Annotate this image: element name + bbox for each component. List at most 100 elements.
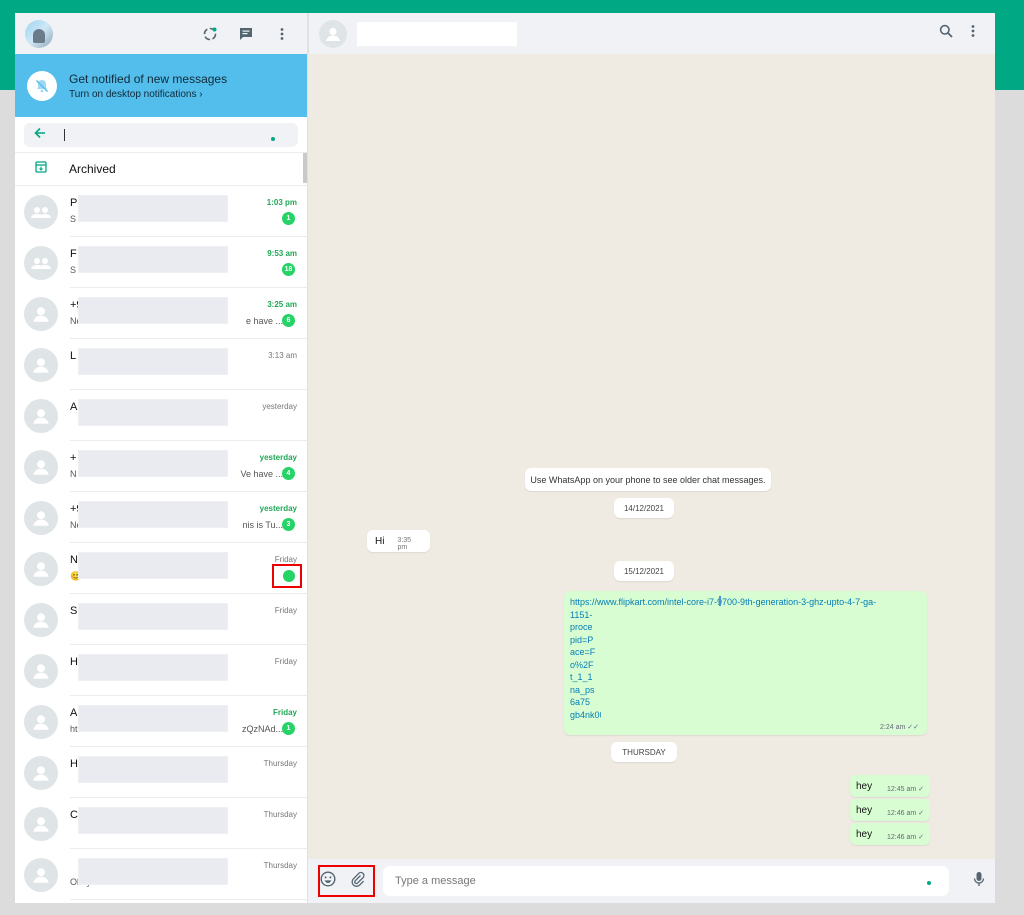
redacted-block [78, 603, 228, 630]
outgoing-link-message: https://www.flipkart.com/intel-core-i7-9… [564, 591, 927, 735]
chat-row-body: L 3:13 am [70, 339, 307, 390]
outgoing-message: hey 12:46 am ✓ [850, 823, 930, 845]
chat-preview-tail: nis is Tu... [242, 520, 283, 530]
archived-label: Archived [69, 162, 116, 176]
microphone-icon[interactable] [973, 871, 985, 892]
conversation-panel: Use WhatsApp on your phone to see older … [308, 13, 995, 903]
chat-row[interactable]: Ayesterday [15, 390, 307, 441]
message-area: Use WhatsApp on your phone to see older … [308, 54, 995, 859]
chat-row[interactable]: +9 Ne e have ... 3:25 am 6 [15, 288, 307, 339]
chat-row-body: F S 9:53 am 18 [70, 237, 307, 288]
chat-name: F [70, 248, 77, 260]
date-divider-3: THURSDAY [611, 742, 677, 762]
chat-row[interactable]: F S 9:53 am 18 [15, 237, 307, 288]
chat-preview: N [70, 469, 77, 479]
chat-time: Friday [274, 606, 297, 615]
redacted-block [78, 195, 228, 222]
chat-time: yesterday [259, 453, 297, 462]
person-avatar-icon [24, 653, 58, 688]
composer [308, 859, 995, 903]
chat-time: Thursday [263, 759, 297, 768]
incoming-message: Hi 3:35 pm [367, 530, 430, 552]
unread-badge: 1 [282, 212, 295, 225]
person-avatar-icon [24, 806, 58, 841]
chat-row[interactable]: H Thursday [15, 747, 307, 798]
chat-preview: S [70, 214, 77, 224]
chat-preview-tail: zQzNAd... [241, 724, 283, 734]
chat-row[interactable]: Aht zQzNAd... Friday 1 [15, 696, 307, 747]
chat-row[interactable]: +9 Ne nis is Tu... yesterday 3 [15, 492, 307, 543]
chat-row-body: + N Ve have ... yesterday 4 [70, 441, 307, 492]
chat-row[interactable]: PS21:03 pm1 [15, 186, 307, 237]
search-icon[interactable] [939, 24, 953, 43]
bell-off-icon [27, 70, 57, 101]
redacted-block [78, 297, 228, 324]
contact-avatar[interactable] [319, 19, 347, 48]
text-cursor [719, 596, 721, 606]
incoming-message-time: 3:35 pm [397, 536, 412, 551]
chat-row[interactable]: C Thursday [15, 798, 307, 849]
chat-time: yesterday [259, 504, 297, 513]
chat-row-body: +9 Ne nis is Tu... yesterday 3 [70, 492, 307, 543]
highlight-box-unread-dot [272, 564, 302, 588]
search-bar [15, 117, 307, 153]
unread-badge: 1 [282, 722, 295, 735]
chat-name: C [70, 809, 78, 821]
chat-time: 1:03 pm [266, 198, 297, 207]
chat-time: 3:25 am [267, 300, 297, 309]
chat-row-body: Aht zQzNAd... Friday 1 [70, 696, 307, 747]
search-input[interactable] [64, 128, 244, 141]
chat-row[interactable]: N 😊 Friday [15, 543, 307, 594]
my-avatar[interactable] [25, 19, 53, 48]
redacted-block [78, 756, 228, 783]
back-arrow-icon[interactable] [34, 126, 46, 144]
conversation-header [308, 13, 995, 54]
message-input[interactable] [383, 866, 949, 896]
notification-banner[interactable]: Get notified of new messages Turn on des… [15, 54, 307, 117]
chat-time: 9:53 am [267, 249, 297, 258]
status-icon[interactable] [203, 27, 217, 41]
chat-row[interactable]: H Friday [15, 645, 307, 696]
redacted-block [78, 399, 228, 426]
system-message: Use WhatsApp on your phone to see older … [525, 468, 771, 491]
menu-icon[interactable] [275, 27, 289, 41]
input-indicator-dot [927, 881, 931, 885]
conversation-menu-icon[interactable] [971, 24, 975, 43]
notification-subtitle[interactable]: Turn on desktop notifications › [69, 89, 227, 100]
sidebar-actions [203, 27, 297, 41]
search-box [24, 122, 298, 147]
chat-name: S [70, 605, 78, 617]
notification-title: Get notified of new messages [69, 71, 228, 86]
person-avatar-icon [24, 602, 58, 637]
chat-time: Friday [272, 708, 297, 717]
chat-time: 3:13 am [268, 351, 297, 360]
chat-row-body: C Thursday [70, 798, 307, 849]
outgoing-message-time: 12:46 am ✓ [887, 809, 924, 817]
new-chat-icon[interactable] [239, 27, 253, 41]
chat-list-scrollbar[interactable] [303, 153, 307, 183]
group-avatar-icon [24, 245, 58, 280]
chat-preview-tail: e have ... [245, 316, 283, 326]
person-avatar-icon [24, 449, 58, 484]
chat-row[interactable]: L 3:13 am [15, 339, 307, 390]
chat-row[interactable]: + N Ve have ... yesterday 4 [15, 441, 307, 492]
contact-name-redacted[interactable] [357, 21, 517, 46]
whatsapp-app: Get notified of new messages Turn on des… [15, 13, 995, 903]
redacted-block [78, 348, 228, 375]
chat-row[interactable]: S Friday [15, 594, 307, 645]
redacted-block [78, 807, 228, 834]
link-redacted-area [601, 607, 891, 724]
chat-row-body: S Friday [70, 594, 307, 645]
chat-row[interactable]: OkayThursday [15, 849, 307, 900]
chat-time: yesterday [262, 402, 297, 411]
outgoing-message-time: 12:45 am ✓ [887, 785, 924, 793]
person-avatar-icon [24, 347, 58, 382]
person-avatar-icon [24, 398, 58, 433]
chat-row-body: H Friday [70, 645, 307, 696]
unread-badge: 4 [282, 467, 295, 480]
chat-name: L [70, 350, 77, 362]
redacted-block [78, 450, 228, 477]
archived-row[interactable]: Archived [15, 153, 307, 186]
input-indicator-dot [271, 136, 275, 141]
chat-row-body: OkayThursday [70, 849, 307, 900]
